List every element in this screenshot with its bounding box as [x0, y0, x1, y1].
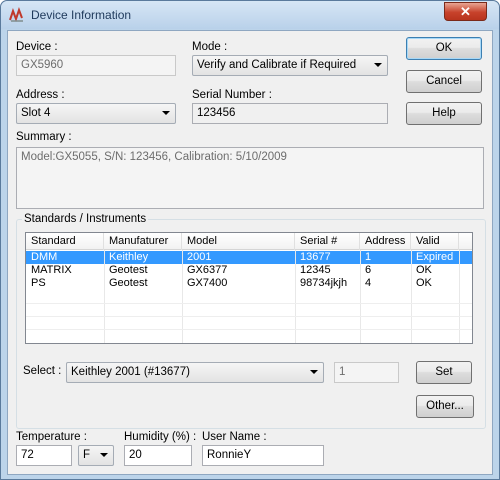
table-cell: DMM: [31, 251, 58, 263]
address-dropdown[interactable]: Slot 4: [16, 103, 176, 124]
table-header: Standard Manufaturer Model Serial # Addr…: [26, 233, 472, 250]
mode-dropdown[interactable]: Verify and Calibrate if Required: [192, 55, 388, 76]
table-cell: OK: [416, 264, 432, 276]
row-gridline: [26, 303, 472, 304]
summary-text: Model:GX5055, S/N: 123456, Calibration: …: [16, 147, 484, 209]
row-gridline: [26, 316, 472, 317]
temperature-field[interactable]: 72: [16, 445, 72, 466]
select-dropdown[interactable]: Keithley 2001 (#13677): [66, 362, 324, 383]
table-cell: GX6377: [187, 264, 228, 276]
chevron-down-icon: [310, 370, 318, 374]
cancel-button[interactable]: Cancel: [406, 70, 482, 93]
table-cell: 13677: [300, 251, 331, 263]
chevron-down-icon: [374, 63, 382, 67]
table-cell: Expired: [416, 251, 454, 263]
table-cell: 98734jkjh: [300, 277, 348, 289]
row-gridline: [26, 329, 472, 330]
humidity-field[interactable]: 20: [124, 445, 192, 466]
username-field[interactable]: RonnieY: [202, 445, 324, 466]
help-button[interactable]: Help: [406, 102, 482, 125]
ok-button[interactable]: OK: [406, 37, 482, 60]
chevron-down-icon: [162, 111, 170, 115]
table-cell: 4: [365, 277, 372, 289]
serial-number-label: Serial Number :: [192, 89, 272, 101]
temperature-unit-dropdown[interactable]: F: [78, 445, 114, 466]
humidity-label: Humidity (%) :: [124, 431, 197, 443]
temperature-unit-value: F: [83, 449, 91, 461]
standards-table[interactable]: Standard Manufaturer Model Serial # Addr…: [25, 232, 473, 344]
address-value: Slot 4: [21, 107, 51, 119]
window-title: Device Information: [31, 8, 132, 22]
table-cell: Keithley: [109, 251, 149, 263]
table-cell: Geotest: [109, 277, 148, 289]
table-row[interactable]: MATRIX Geotest GX6377 12345 6 OK: [26, 264, 472, 277]
serial-number-field[interactable]: 123456: [192, 103, 388, 124]
temperature-label: Temperature :: [16, 431, 87, 443]
column-header-standard[interactable]: Standard: [26, 233, 104, 250]
mode-label: Mode :: [192, 41, 228, 53]
table-cell: GX7400: [187, 277, 228, 289]
table-row[interactable]: DMM Keithley 2001 13677 1 Expired: [26, 251, 472, 264]
summary-label: Summary :: [16, 131, 72, 143]
table-cell: 1: [365, 251, 372, 263]
username-label: User Name :: [202, 431, 267, 443]
standards-group-title: Standards / Instruments: [22, 213, 149, 225]
mode-value: Verify and Calibrate if Required: [197, 59, 357, 71]
table-row[interactable]: PS Geotest GX7400 98734jkjh 4 OK: [26, 277, 472, 290]
column-header-valid[interactable]: Valid: [411, 233, 459, 250]
device-label: Device :: [16, 41, 58, 53]
close-button[interactable]: ✕: [444, 2, 487, 21]
dialog-body: Device : GX5960 Mode : Verify and Calibr…: [7, 30, 493, 475]
table-cell: 12345: [300, 264, 331, 276]
select-value: Keithley 2001 (#13677): [71, 366, 190, 378]
select-number-field: 1: [334, 362, 399, 383]
column-header-serial[interactable]: Serial #: [295, 233, 360, 250]
table-cell: 2001: [187, 251, 212, 263]
column-header-manufacturer[interactable]: Manufaturer: [104, 233, 182, 250]
title-bar[interactable]: Device Information ✕: [1, 1, 499, 29]
signal-wave-icon: [9, 7, 23, 22]
table-cell: Geotest: [109, 264, 148, 276]
table-cell: OK: [416, 277, 432, 289]
table-cell: MATRIX: [31, 264, 72, 276]
chevron-down-icon: [100, 453, 108, 457]
select-label: Select :: [23, 365, 62, 377]
column-header-address[interactable]: Address: [360, 233, 411, 250]
column-header-model[interactable]: Model: [182, 233, 295, 250]
table-cell: PS: [31, 277, 46, 289]
other-button[interactable]: Other...: [416, 395, 474, 418]
device-information-window: Device Information ✕ Device : GX5960 Mod…: [0, 0, 500, 480]
address-label: Address :: [16, 89, 65, 101]
table-cell: 6: [365, 264, 372, 276]
device-field: GX5960: [16, 55, 176, 76]
set-button[interactable]: Set: [416, 361, 472, 384]
